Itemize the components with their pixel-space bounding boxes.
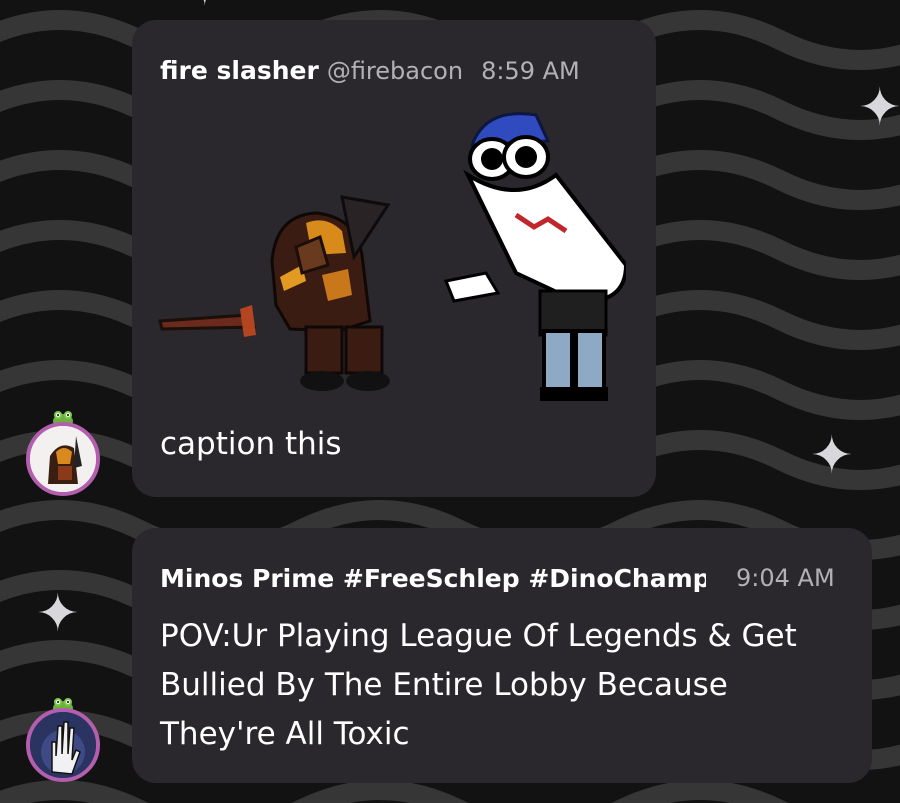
image-attachment[interactable] [156, 105, 626, 405]
sparkle-icon: ✦ [188, 0, 222, 12]
timestamp: 9:04 AM [736, 564, 835, 592]
message-text: POV:Ur Playing League Of Legends & Get B… [160, 618, 797, 752]
author-name[interactable]: fire slasher [160, 56, 319, 85]
author-handle: @firebacon [326, 57, 464, 85]
knight-avatar-icon [30, 426, 96, 492]
hand-avatar-icon [30, 712, 96, 778]
message-header: Minos Prime #FreeSchlep #DinoChamp 9:04 A… [160, 564, 835, 593]
timestamp: 8:59 AM [481, 57, 580, 85]
avatar-minos-prime[interactable] [26, 708, 100, 782]
author-name[interactable]: Minos Prime #FreeSchlep #DinoChamp [160, 564, 706, 593]
message-text: caption this [160, 426, 342, 462]
sparkle-icon: ✦ [858, 78, 900, 138]
message-bubble: fire slasher @firebacon 8:59 AM caption … [132, 20, 656, 497]
sparkle-icon: ✦ [36, 584, 80, 644]
sparkle-icon: ✦ [810, 426, 854, 486]
avatar-fire-slasher[interactable] [26, 422, 100, 496]
message-header: fire slasher @firebacon 8:59 AM [160, 56, 580, 85]
message-bubble: Minos Prime #FreeSchlep #DinoChamp 9:04 A… [132, 528, 872, 783]
knight-figure [158, 195, 391, 391]
cartoon-figure [443, 112, 626, 401]
